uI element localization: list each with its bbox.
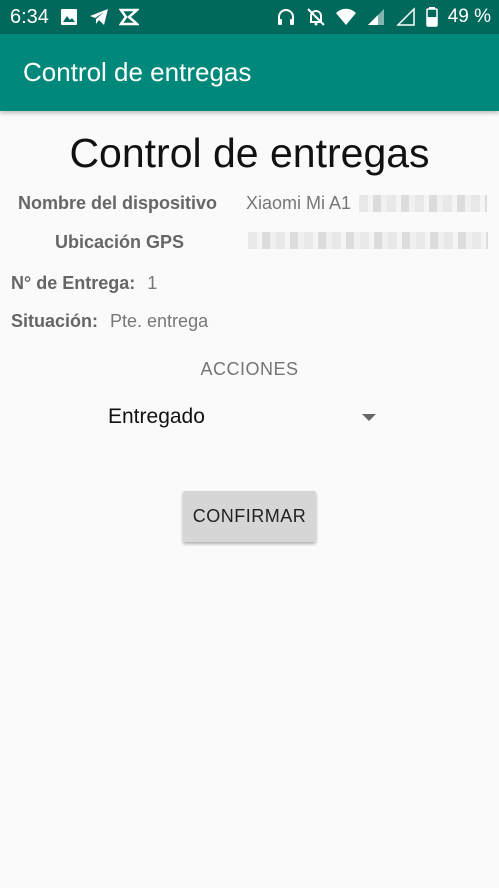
device-name-value-row: Xiaomi Mi A1: [246, 193, 488, 214]
device-name-label: Nombre del dispositivo: [18, 193, 218, 213]
image-icon: [60, 9, 77, 25]
status-bar: 6:34 49 %: [0, 0, 499, 34]
signal-empty-icon: [395, 7, 415, 26]
headphones-icon: [277, 9, 294, 25]
battery-icon: [425, 7, 438, 27]
action-spinner[interactable]: Entregado: [96, 397, 386, 437]
status-label: Situación:: [11, 311, 99, 331]
gps-label: Ubicación GPS: [55, 232, 185, 252]
delivery-number-value: 1: [147, 273, 158, 293]
status-time: 6:34: [10, 5, 49, 28]
actions-label: ACCIONES: [200, 359, 299, 379]
dropdown-caret-icon: [362, 413, 376, 421]
confirm-button[interactable]: CONFIRMAR: [183, 491, 316, 542]
notifications-off-icon: [306, 8, 325, 26]
status-row: Situación: Pte. entrega: [11, 311, 208, 332]
battery-percent: 49 %: [447, 6, 491, 27]
gps-value-redacted: [248, 232, 488, 249]
delivery-number-label: N° de Entrega:: [11, 273, 136, 293]
device-name-value: Xiaomi Mi A1: [246, 193, 352, 213]
status-value: Pte. entrega: [110, 311, 209, 331]
delivery-app-icon: [118, 8, 139, 26]
gps-row: Ubicación GPS: [55, 232, 184, 253]
delivery-number-row: N° de Entrega: 1: [11, 273, 157, 294]
app-bar: Control de entregas: [0, 34, 499, 111]
app-bar-title: Control de entregas: [23, 57, 252, 87]
telegram-icon: [89, 9, 108, 25]
action-selected-value: Entregado: [108, 405, 205, 428]
page-title: Control de entregas: [69, 130, 430, 176]
gps-value-row: [248, 232, 488, 249]
signal-icon: [367, 9, 384, 25]
device-id-redacted: [359, 195, 488, 212]
wifi-icon: [335, 8, 356, 26]
device-name-row: Nombre del dispositivo: [18, 193, 217, 214]
